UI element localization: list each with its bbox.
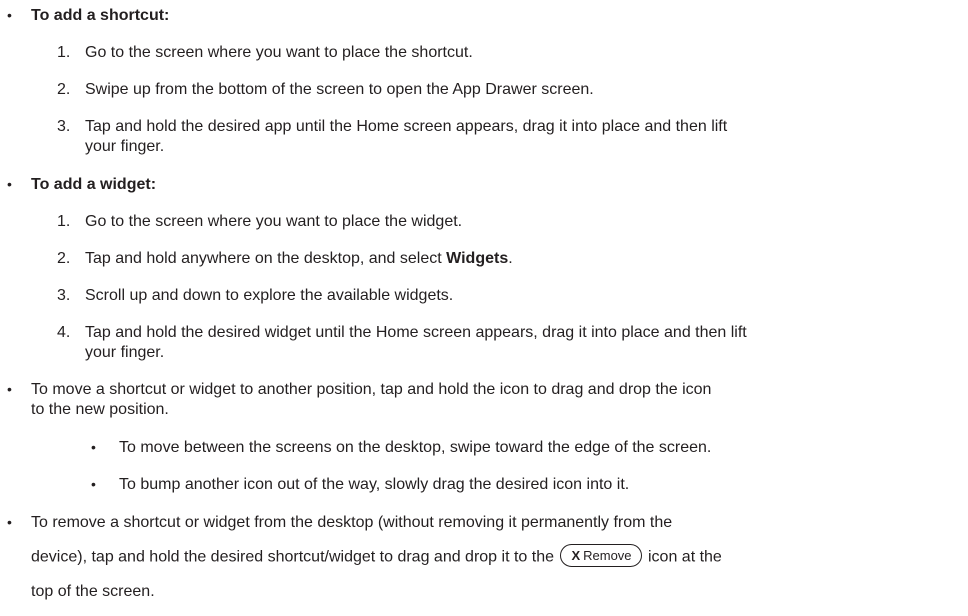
remove-instruction-post: icon at the [648,548,722,566]
shortcut-step-text-continued: your finger. [85,138,165,155]
remove-instruction-end: top of the screen. [31,583,155,600]
move-instruction-continued: to the new position. [31,401,169,418]
remove-instruction-continued: device), tap and hold the desired shortc… [31,544,722,569]
document-page: • To add a shortcut: 1. Go to the screen… [0,0,968,616]
remove-instruction-pre: device), tap and hold the desired shortc… [31,548,554,566]
widget-step-number: 2. [57,250,71,267]
widget-step-text: Go to the screen where you want to place… [85,213,463,230]
widget-heading: To add a widget: [31,176,157,193]
sub-bullet: • [91,439,96,455]
widget-step-text: Scroll up and down to explore the availa… [85,287,454,304]
widgets-menu-label: Widgets [446,250,509,267]
shortcut-step-text: Tap and hold the desired app until the H… [85,118,728,135]
remove-instruction: To remove a shortcut or widget from the … [31,514,673,531]
sub-bullet: • [91,476,96,492]
bullet: • [7,514,12,530]
move-subpoint: To move between the screens on the deskt… [119,439,712,456]
widget-step-text-continued: your finger. [85,344,165,361]
move-subpoint: To bump another icon out of the way, slo… [119,476,630,493]
shortcut-step-number: 3. [57,118,71,135]
widget-step-text: Tap and hold the desired widget until th… [85,324,747,341]
widget-step-number: 4. [57,324,71,341]
bullet: • [7,7,12,23]
bullet: • [7,176,12,192]
shortcut-step-number: 2. [57,81,71,98]
move-instruction: To move a shortcut or widget to another … [31,381,712,398]
widget-step-text-pre: Tap and hold anywhere on the desktop, an… [85,250,447,267]
shortcut-step-text: Go to the screen where you want to place… [85,44,473,61]
bullet: • [7,381,12,397]
widget-step-number: 3. [57,287,71,304]
close-icon: X [571,548,581,563]
shortcut-heading: To add a shortcut: [31,7,170,24]
shortcut-step-text: Swipe up from the bottom of the screen t… [85,81,594,98]
widget-step-text-post: . [508,250,513,267]
remove-label: Remove [583,548,632,563]
widget-step-number: 1. [57,213,71,230]
shortcut-step-number: 1. [57,44,71,61]
widget-step-text: Tap and hold anywhere on the desktop, an… [85,249,513,268]
remove-button-illustration: X Remove [560,544,642,567]
